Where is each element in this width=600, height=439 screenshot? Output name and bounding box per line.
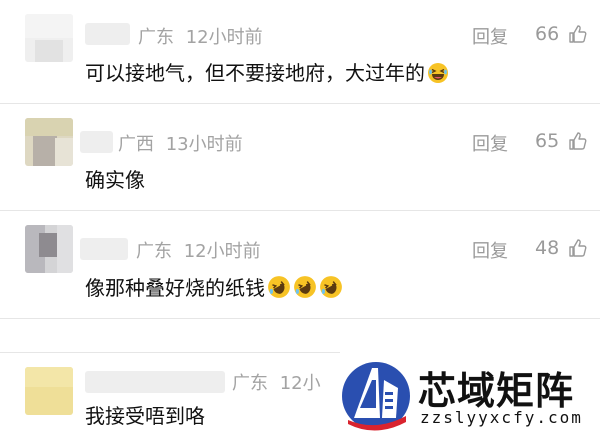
region-label: 广西 (118, 134, 154, 155)
comment-text: 可以接地气，但不要接地府，大过年的 (85, 57, 449, 86)
thumbs-up-icon[interactable] (568, 131, 588, 151)
comment-meta: 广东 12小时前 (138, 23, 263, 49)
comment-meta: 广东 12小时前 (136, 237, 261, 263)
comment-meta: 广西 13小时前 (118, 130, 243, 156)
username-blurred (85, 371, 225, 393)
watermark: 芯域矩阵 zzslyyxcfy.com (340, 352, 600, 439)
watermark-title: 芯域矩阵 (418, 369, 575, 413)
rofl-emoji-icon (320, 276, 342, 298)
comment-text: 我接受唔到咯 (85, 404, 205, 428)
rofl-emoji-icon (268, 276, 290, 298)
comment-text-content: 像那种叠好烧的纸钱 (85, 276, 265, 300)
comment-text: 确实像 (85, 168, 145, 192)
reply-button[interactable]: 回复 (472, 237, 508, 263)
region-label: 广东 (138, 27, 174, 48)
reply-button[interactable]: 回复 (472, 130, 508, 156)
username-blurred (80, 131, 113, 153)
divider (0, 318, 600, 319)
thumbs-up-icon[interactable] (568, 24, 588, 44)
username-blurred (80, 238, 128, 260)
comment-meta: 广东 12小 (232, 369, 321, 395)
time-label: 12小 (279, 373, 321, 394)
building-logo-icon (342, 362, 410, 431)
like-count: 65 (535, 130, 560, 152)
rofl-emoji-icon (294, 276, 316, 298)
laughing-emoji-icon (428, 63, 448, 83)
avatar[interactable] (25, 118, 73, 166)
region-label: 广东 (136, 241, 172, 262)
comment-text: 像那种叠好烧的纸钱 (85, 272, 343, 301)
avatar[interactable] (25, 225, 73, 273)
like-count: 48 (535, 237, 560, 259)
avatar[interactable] (25, 367, 73, 415)
region-label: 广东 (232, 373, 268, 394)
comment-text-content: 可以接地气，但不要接地府，大过年的 (85, 61, 425, 85)
username-blurred (85, 23, 130, 45)
like-count: 66 (535, 23, 560, 45)
avatar[interactable] (25, 14, 73, 62)
time-label: 12小时前 (185, 27, 263, 48)
time-label: 12小时前 (183, 241, 261, 262)
watermark-url: zzslyyxcfy.com (420, 408, 583, 427)
time-label: 13小时前 (165, 134, 243, 155)
divider (0, 103, 600, 104)
thumbs-up-icon[interactable] (568, 238, 588, 258)
divider (0, 210, 600, 211)
reply-button[interactable]: 回复 (472, 23, 508, 49)
